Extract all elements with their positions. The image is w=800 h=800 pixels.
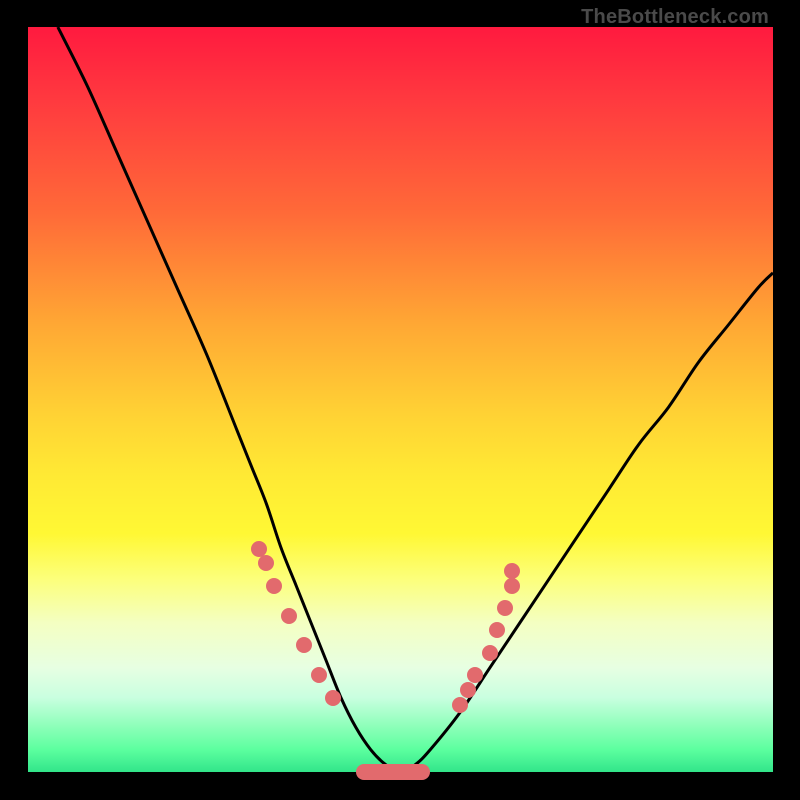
curve-marker xyxy=(504,563,520,579)
curve-marker xyxy=(497,600,513,616)
curve-flat-marker xyxy=(356,764,431,780)
bottleneck-curve xyxy=(28,27,773,772)
curve-marker xyxy=(452,697,468,713)
curve-marker xyxy=(482,645,498,661)
chart-frame: TheBottleneck.com xyxy=(0,0,800,800)
curve-marker xyxy=(281,608,297,624)
curve-marker xyxy=(251,541,267,557)
curve-marker xyxy=(296,637,312,653)
curve-marker xyxy=(311,667,327,683)
curve-marker xyxy=(266,578,282,594)
curve-marker xyxy=(325,690,341,706)
curve-marker xyxy=(460,682,476,698)
attribution-text: TheBottleneck.com xyxy=(581,6,769,29)
curve-marker xyxy=(504,578,520,594)
plot-area xyxy=(28,27,773,772)
